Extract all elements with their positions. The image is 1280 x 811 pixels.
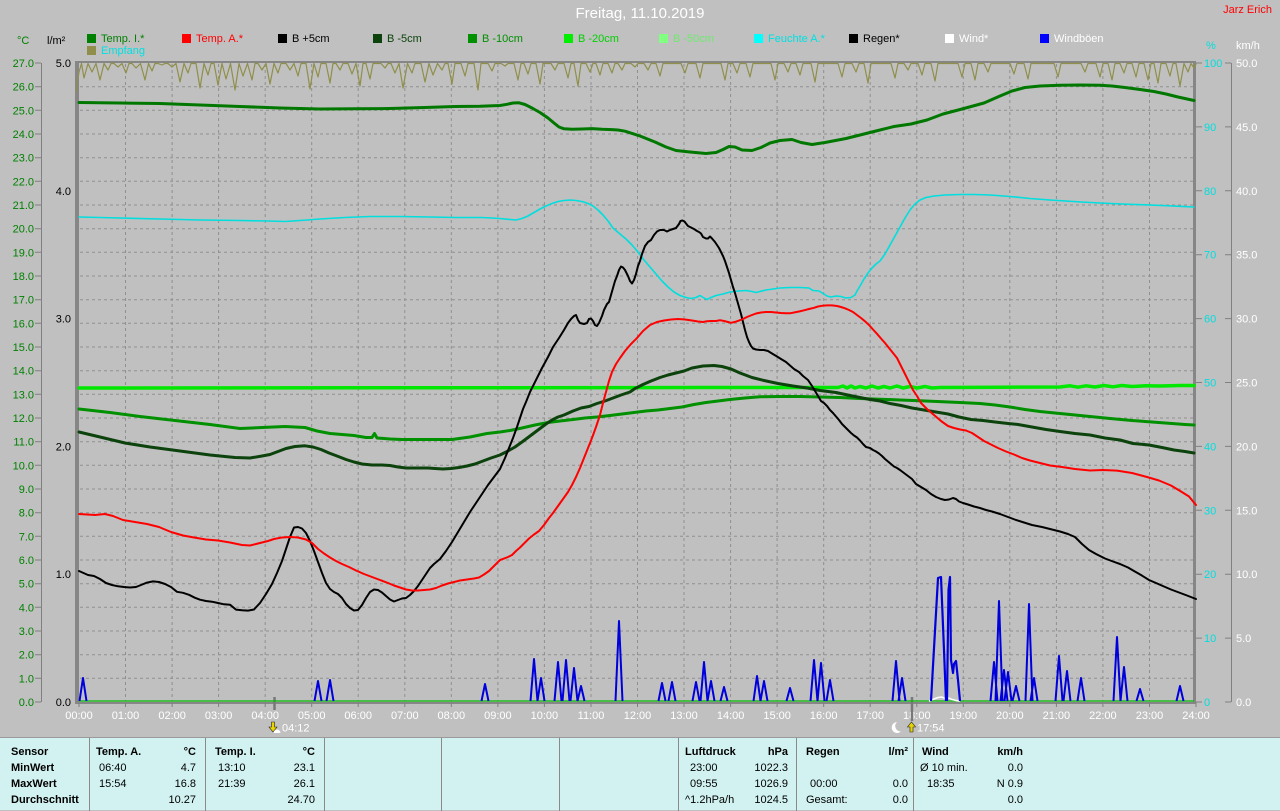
svg-text:19.0: 19.0 — [13, 247, 34, 259]
svg-text:11.0: 11.0 — [13, 437, 34, 449]
svg-text:4.0: 4.0 — [19, 602, 34, 614]
svg-text:20: 20 — [1204, 569, 1216, 581]
svg-text:20.0: 20.0 — [1236, 441, 1257, 453]
svg-text:26.0: 26.0 — [13, 82, 34, 94]
svg-text:10: 10 — [1204, 633, 1216, 645]
svg-text:5.0: 5.0 — [19, 579, 34, 591]
svg-text:10:00: 10:00 — [531, 710, 559, 722]
svg-text:100: 100 — [1204, 58, 1222, 70]
svg-text:60: 60 — [1204, 314, 1216, 326]
svg-text:50: 50 — [1204, 378, 1216, 390]
svg-text:01:00: 01:00 — [112, 710, 140, 722]
svg-text:10.0: 10.0 — [13, 460, 34, 472]
svg-text:14.0: 14.0 — [13, 366, 34, 378]
svg-text:15.0: 15.0 — [1236, 505, 1257, 517]
svg-text:3.0: 3.0 — [56, 314, 71, 326]
svg-text:0.0: 0.0 — [56, 697, 71, 709]
svg-text:11:00: 11:00 — [578, 710, 605, 722]
svg-text:13.0: 13.0 — [13, 389, 34, 401]
svg-text:30: 30 — [1204, 505, 1216, 517]
svg-text:15.0: 15.0 — [13, 342, 34, 354]
svg-text:50.0: 50.0 — [1236, 58, 1257, 70]
svg-text:22:00: 22:00 — [1089, 710, 1117, 722]
svg-text:06:00: 06:00 — [344, 710, 372, 722]
svg-text:10.0: 10.0 — [1236, 569, 1257, 581]
svg-text:45.0: 45.0 — [1236, 122, 1257, 134]
svg-text:18.0: 18.0 — [13, 271, 34, 283]
svg-text:24.0: 24.0 — [13, 129, 34, 141]
svg-text:21:00: 21:00 — [1043, 710, 1071, 722]
svg-text:21.0: 21.0 — [13, 200, 34, 212]
svg-text:0: 0 — [1204, 697, 1210, 709]
svg-text:30.0: 30.0 — [1236, 314, 1257, 326]
svg-text:80: 80 — [1204, 186, 1216, 198]
svg-text:8.0: 8.0 — [19, 508, 34, 520]
svg-text:17:00: 17:00 — [856, 710, 884, 722]
svg-text:04:00: 04:00 — [251, 710, 279, 722]
svg-text:7.0: 7.0 — [19, 531, 34, 543]
svg-text:07:00: 07:00 — [391, 710, 419, 722]
svg-text:02:00: 02:00 — [158, 710, 186, 722]
svg-text:16:00: 16:00 — [810, 710, 838, 722]
svg-text:20.0: 20.0 — [13, 224, 34, 236]
svg-text:16.0: 16.0 — [13, 318, 34, 330]
svg-text:14:00: 14:00 — [717, 710, 745, 722]
svg-text:12.0: 12.0 — [13, 413, 34, 425]
svg-text:25.0: 25.0 — [1236, 378, 1257, 390]
svg-text:9.0: 9.0 — [19, 484, 34, 496]
svg-text:17:54: 17:54 — [917, 723, 945, 735]
svg-text:0.0: 0.0 — [1236, 697, 1251, 709]
svg-text:03:00: 03:00 — [205, 710, 233, 722]
svg-text:25.0: 25.0 — [13, 105, 34, 117]
svg-text:5.0: 5.0 — [56, 58, 71, 70]
svg-text:04:12: 04:12 — [282, 723, 310, 735]
svg-text:05:00: 05:00 — [298, 710, 326, 722]
svg-text:35.0: 35.0 — [1236, 250, 1257, 262]
svg-text:19:00: 19:00 — [950, 710, 978, 722]
svg-text:3.0: 3.0 — [19, 626, 34, 638]
svg-text:22.0: 22.0 — [13, 176, 34, 188]
svg-text:23:00: 23:00 — [1136, 710, 1164, 722]
svg-text:09:00: 09:00 — [484, 710, 512, 722]
svg-text:90: 90 — [1204, 122, 1216, 134]
svg-text:40: 40 — [1204, 441, 1216, 453]
svg-text:1.0: 1.0 — [56, 569, 71, 581]
svg-text:4.0: 4.0 — [56, 186, 71, 198]
svg-text:15:00: 15:00 — [763, 710, 791, 722]
svg-text:1.0: 1.0 — [19, 673, 34, 685]
svg-text:2.0: 2.0 — [19, 650, 34, 662]
svg-text:70: 70 — [1204, 250, 1216, 262]
svg-text:12:00: 12:00 — [624, 710, 652, 722]
svg-text:27.0: 27.0 — [13, 58, 34, 70]
svg-text:17.0: 17.0 — [13, 295, 34, 307]
svg-text:24:00: 24:00 — [1182, 710, 1210, 722]
svg-text:2.0: 2.0 — [56, 441, 71, 453]
svg-text:0.0: 0.0 — [19, 697, 34, 709]
svg-text:00:00: 00:00 — [65, 710, 93, 722]
svg-text:20:00: 20:00 — [996, 710, 1024, 722]
svg-text:40.0: 40.0 — [1236, 186, 1257, 198]
svg-text:5.0: 5.0 — [1236, 633, 1251, 645]
svg-text:08:00: 08:00 — [438, 710, 466, 722]
svg-text:13:00: 13:00 — [670, 710, 698, 722]
svg-text:23.0: 23.0 — [13, 153, 34, 165]
svg-text:6.0: 6.0 — [19, 555, 34, 567]
svg-text:18:00: 18:00 — [903, 710, 931, 722]
